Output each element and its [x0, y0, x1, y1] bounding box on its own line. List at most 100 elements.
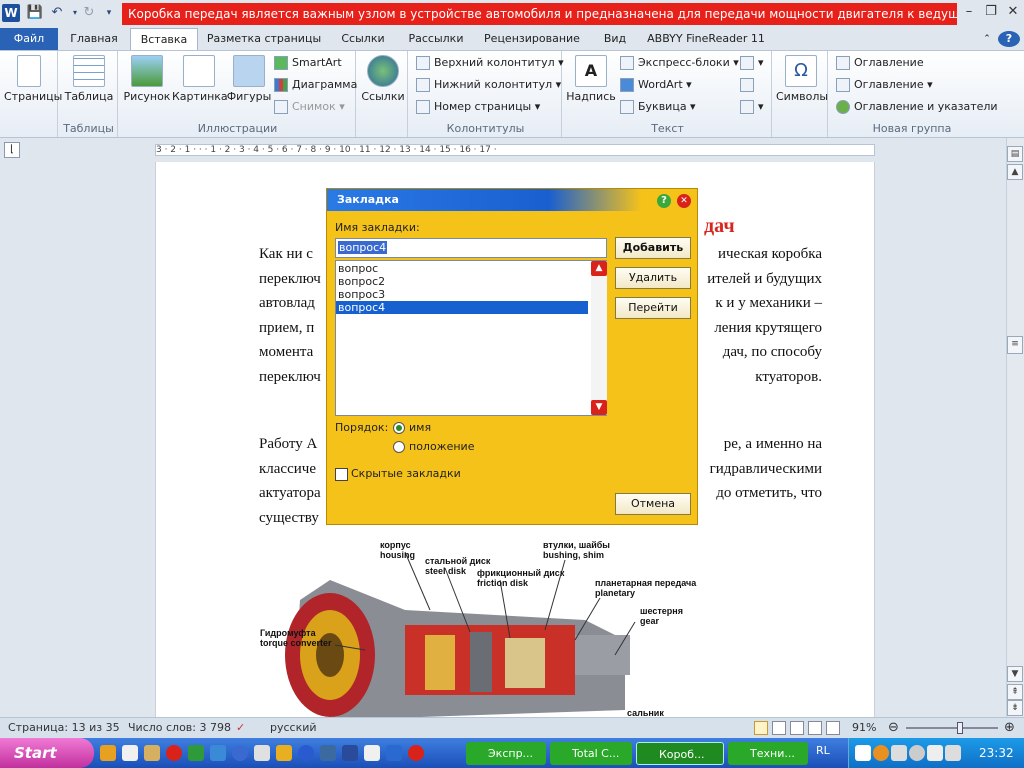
- zoom-level[interactable]: 91%: [852, 718, 876, 738]
- bookmark-list-item[interactable]: вопрос2: [336, 275, 588, 288]
- zoom-in-icon[interactable]: ⊕: [1004, 718, 1015, 738]
- quicklaunch-icon[interactable]: [298, 745, 314, 761]
- scroll-up-icon[interactable]: ▲: [1007, 164, 1023, 180]
- hidden-bookmarks-checkbox[interactable]: [335, 468, 348, 481]
- quicklaunch-icon[interactable]: [276, 745, 292, 761]
- start-button[interactable]: Start: [0, 738, 94, 768]
- tab-references[interactable]: Ссылки: [330, 28, 396, 50]
- customize-quick-access-icon[interactable]: ▾: [100, 4, 118, 22]
- screenshot-button[interactable]: Снимок ▾: [274, 97, 345, 117]
- toc-button-1[interactable]: Оглавление: [836, 53, 924, 73]
- tab-view[interactable]: Вид: [592, 28, 638, 50]
- tray-icon[interactable]: [873, 745, 889, 761]
- close-icon[interactable]: ✕: [1002, 1, 1024, 23]
- quicklaunch-icon[interactable]: [320, 745, 336, 761]
- bookmark-list[interactable]: вопрос вопрос2 вопрос3 вопрос4 ▲ ▼: [335, 260, 607, 416]
- bookmark-list-scrollbar[interactable]: ▲ ▼: [591, 261, 607, 415]
- volume-icon[interactable]: [927, 745, 943, 761]
- taskbar-item-word[interactable]: Техни...: [728, 742, 808, 765]
- page-count[interactable]: Страница: 13 из 35: [8, 718, 120, 738]
- horizontal-ruler[interactable]: 3 · 2 · 1 · · · 1 · 2 · 3 · 4 · 5 · 6 · …: [155, 144, 875, 156]
- minimize-icon[interactable]: –: [958, 1, 980, 23]
- tab-page-layout[interactable]: Разметка страницы: [202, 28, 326, 50]
- date-time-button[interactable]: [740, 75, 758, 95]
- redo-icon[interactable]: ↻: [80, 4, 98, 22]
- vertical-scrollbar[interactable]: ▤ ▲ ≡ ▼ ⇞ ⇟: [1006, 138, 1024, 717]
- list-scroll-down-icon[interactable]: ▼: [591, 400, 607, 415]
- proofing-icon[interactable]: ✓: [236, 718, 245, 738]
- tray-icon[interactable]: [891, 745, 907, 761]
- quicklaunch-icon[interactable]: [144, 745, 160, 761]
- sort-name-radio[interactable]: [393, 422, 405, 434]
- ruler-toggle-icon[interactable]: ▤: [1007, 146, 1023, 162]
- object-button[interactable]: ▾: [740, 97, 764, 117]
- smartart-button[interactable]: SmartArt: [274, 53, 342, 73]
- quicklaunch-icon[interactable]: [232, 745, 248, 761]
- footer-button[interactable]: Нижний колонтитул ▾: [416, 75, 561, 95]
- tray-icon[interactable]: [855, 745, 871, 761]
- next-page-icon[interactable]: ⇟: [1007, 700, 1023, 716]
- tab-review[interactable]: Рецензирование: [476, 28, 588, 50]
- toc-index-button[interactable]: Оглавление и указатели: [836, 97, 998, 117]
- full-screen-reading-icon[interactable]: [772, 721, 786, 735]
- quicklaunch-icon[interactable]: [364, 745, 380, 761]
- shapes-button[interactable]: Фигуры: [226, 55, 272, 103]
- links-button[interactable]: Ссылки: [360, 55, 406, 103]
- pages-button[interactable]: Страницы: [4, 55, 62, 103]
- language-indicator[interactable]: RL: [816, 744, 830, 757]
- tab-mailings[interactable]: Рассылки: [400, 28, 472, 50]
- quicklaunch-icon[interactable]: [386, 745, 402, 761]
- undo-icon[interactable]: ↶: [48, 4, 66, 22]
- prev-page-icon[interactable]: ⇞: [1007, 684, 1023, 700]
- tab-abbyy[interactable]: ABBYY FineReader 11: [642, 28, 770, 50]
- signature-line-button[interactable]: ▾: [740, 53, 764, 73]
- quicklaunch-icon[interactable]: [210, 745, 226, 761]
- bookmark-list-item[interactable]: вопрос4: [336, 301, 588, 314]
- symbols-button[interactable]: Ω Символы: [776, 55, 828, 103]
- textbox-button[interactable]: A Надпись: [566, 55, 616, 103]
- dialog-title[interactable]: Закладка: [327, 189, 697, 211]
- bookmark-list-item[interactable]: вопрос3: [336, 288, 588, 301]
- add-button[interactable]: Добавить: [615, 237, 691, 259]
- zoom-slider[interactable]: [906, 727, 998, 729]
- help-icon[interactable]: ?: [657, 194, 671, 208]
- clock[interactable]: 23:32: [979, 746, 1014, 760]
- goto-button[interactable]: Перейти: [615, 297, 691, 319]
- taskbar-item-word-active[interactable]: Короб...: [636, 742, 724, 765]
- wordart-button[interactable]: WordArt ▾: [620, 75, 692, 95]
- quicklaunch-icon[interactable]: [188, 745, 204, 761]
- web-layout-icon[interactable]: [790, 721, 804, 735]
- dropcap-button[interactable]: Буквица ▾: [620, 97, 696, 117]
- quicklaunch-icon[interactable]: [408, 745, 424, 761]
- word-count[interactable]: Число слов: 3 798: [128, 718, 231, 738]
- language[interactable]: русский: [270, 718, 317, 738]
- tray-icon[interactable]: [909, 745, 925, 761]
- transmission-image[interactable]: корпусhousing стальной дискsteel disk фрик…: [255, 540, 725, 720]
- sort-position-radio[interactable]: [393, 441, 405, 453]
- toc-button-2[interactable]: Оглавление ▾: [836, 75, 933, 95]
- draft-icon[interactable]: [826, 721, 840, 735]
- quickparts-button[interactable]: Экспресс-блоки ▾: [620, 53, 739, 73]
- picture-button[interactable]: Рисунок: [122, 55, 172, 103]
- zoom-slider-thumb[interactable]: [957, 722, 964, 734]
- scroll-down-icon[interactable]: ▼: [1007, 666, 1023, 682]
- quicklaunch-icon[interactable]: [122, 745, 138, 761]
- outline-icon[interactable]: [808, 721, 822, 735]
- chart-button[interactable]: Диаграмма: [274, 75, 357, 95]
- zoom-out-icon[interactable]: ⊖: [888, 718, 899, 738]
- page-number-button[interactable]: Номер страницы ▾: [416, 97, 540, 117]
- tab-selector-icon[interactable]: ⌊: [4, 142, 20, 158]
- print-layout-icon[interactable]: [754, 721, 768, 735]
- tab-file[interactable]: Файл: [0, 28, 58, 50]
- table-button[interactable]: Таблица: [64, 55, 114, 103]
- taskbar-item-opera[interactable]: Экспр...: [466, 742, 546, 765]
- delete-button[interactable]: Удалить: [615, 267, 691, 289]
- save-icon[interactable]: 💾: [26, 4, 44, 22]
- clipart-button[interactable]: Картинка: [172, 55, 228, 103]
- quicklaunch-icon[interactable]: [100, 745, 116, 761]
- quicklaunch-icon[interactable]: [166, 745, 182, 761]
- close-icon[interactable]: ✕: [677, 194, 691, 208]
- collapse-ribbon-icon[interactable]: ⌃: [978, 28, 996, 50]
- word-logo-icon[interactable]: W: [2, 4, 20, 22]
- bookmark-list-item[interactable]: вопрос: [336, 262, 588, 275]
